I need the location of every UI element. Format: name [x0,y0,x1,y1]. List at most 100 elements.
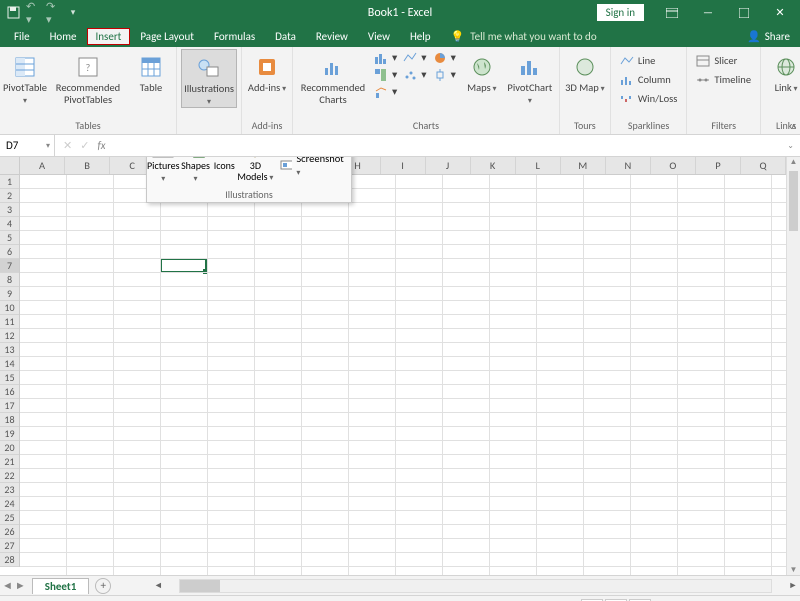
tab-data[interactable]: Data [265,27,306,46]
tab-help[interactable]: Help [400,27,441,46]
enter-formula-icon[interactable]: ✓ [80,139,89,152]
collapse-ribbon-icon[interactable]: ʌ [791,119,796,132]
save-icon[interactable] [6,6,20,20]
row-header[interactable]: 15 [0,371,19,385]
chart-column-button[interactable]: ▾ [371,49,400,66]
row-header[interactable]: 19 [0,427,19,441]
close-button[interactable]: ✕ [764,0,796,25]
fx-icon[interactable]: fx [97,139,105,152]
column-header[interactable]: N [606,157,651,174]
table-button[interactable]: Table [130,49,172,94]
minimize-button[interactable]: — [692,0,724,25]
row-header[interactable]: 5 [0,231,19,245]
3d-map-button[interactable]: 3D Map [564,49,606,94]
cancel-formula-icon[interactable]: ✕ [63,139,72,152]
row-header[interactable]: 8 [0,273,19,287]
sparkline-winloss-button[interactable]: Win/Loss [617,90,681,107]
redo-icon[interactable]: ↷ ▾ [46,6,60,20]
column-header[interactable]: J [426,157,471,174]
icons-button[interactable]: Icons [211,157,237,184]
slicer-button[interactable]: Slicer [693,52,754,69]
column-header[interactable]: A [20,157,65,174]
illustrations-button[interactable]: Illustrations [181,49,237,108]
screenshot-button[interactable]: Screenshot [278,157,347,173]
tab-view[interactable]: View [358,27,400,46]
row-header[interactable]: 23 [0,483,19,497]
row-header[interactable]: 10 [0,301,19,315]
sheet-nav-prev-icon[interactable]: ◄ [2,579,13,592]
row-header[interactable]: 26 [0,525,19,539]
chart-line-button[interactable]: ▾ [400,49,429,66]
row-header[interactable]: 27 [0,539,19,553]
pivot-table-button[interactable]: PivotTable [4,49,46,106]
row-header[interactable]: 12 [0,329,19,343]
row-header[interactable]: 25 [0,511,19,525]
3d-models-button[interactable]: 3D Models [237,157,273,184]
column-header[interactable]: I [381,157,426,174]
tab-formulas[interactable]: Formulas [204,27,265,46]
chart-scatter-button[interactable]: ▾ [400,66,429,83]
chart-statistic-button[interactable]: ▾ [430,66,459,83]
column-header[interactable]: O [651,157,696,174]
row-header[interactable]: 7 [0,259,19,273]
row-header[interactable]: 18 [0,413,19,427]
row-header[interactable]: 11 [0,315,19,329]
worksheet-grid[interactable]: ABCDEFGHIJKLMNOPQ 1234567891011121314151… [0,157,800,575]
row-header[interactable]: 17 [0,399,19,413]
row-header[interactable]: 1 [0,175,19,189]
row-header[interactable]: 13 [0,343,19,357]
addins-button[interactable]: Add-ins [246,49,288,94]
row-header[interactable]: 24 [0,497,19,511]
row-header[interactable]: 28 [0,553,19,567]
row-header[interactable]: 6 [0,245,19,259]
shapes-button[interactable]: Shapes [180,157,212,184]
row-headers[interactable]: 1234567891011121314151617181920212223242… [0,175,20,567]
column-header[interactable]: P [696,157,741,174]
recommended-pivot-button[interactable]: ? Recommended PivotTables [48,49,128,106]
row-header[interactable]: 4 [0,217,19,231]
tab-review[interactable]: Review [306,27,358,46]
new-sheet-button[interactable]: + [95,578,111,594]
row-header[interactable]: 2 [0,189,19,203]
column-header[interactable]: Q [741,157,786,174]
undo-icon[interactable]: ↶ ▾ [26,6,40,20]
sheet-tab[interactable]: Sheet1 [32,578,90,594]
recommended-charts-button[interactable]: Recommended Charts [297,49,369,106]
pivot-chart-button[interactable]: PivotChart [505,49,555,106]
sign-in-button[interactable]: Sign in [597,4,644,21]
row-header[interactable]: 14 [0,357,19,371]
column-header[interactable]: L [516,157,561,174]
select-all-cells[interactable] [0,157,20,175]
tab-insert[interactable]: Insert [87,28,131,45]
column-header[interactable]: B [65,157,110,174]
share-button[interactable]: 👤 Share [747,30,800,43]
horizontal-scrollbar[interactable]: ◄ ► [151,579,800,593]
column-header[interactable]: K [471,157,516,174]
row-header[interactable]: 22 [0,469,19,483]
tab-file[interactable]: File [4,27,40,46]
column-header[interactable]: M [561,157,606,174]
chart-pie-button[interactable]: ▾ [430,49,459,66]
link-button[interactable]: Link [765,49,800,94]
column-headers[interactable]: ABCDEFGHIJKLMNOPQ [20,157,786,175]
sparkline-column-button[interactable]: Column [617,71,681,88]
row-header[interactable]: 16 [0,385,19,399]
row-header[interactable]: 3 [0,203,19,217]
sheet-nav-next-icon[interactable]: ► [15,579,26,592]
row-header[interactable]: 20 [0,441,19,455]
row-header[interactable]: 21 [0,455,19,469]
maps-button[interactable]: Maps [461,49,503,94]
expand-formula-icon[interactable]: ⌄ [787,141,800,151]
active-cell[interactable] [160,258,207,273]
qat-customize-icon[interactable]: ▾ [66,6,80,20]
timeline-button[interactable]: Timeline [693,71,754,88]
chart-combo-button[interactable]: ▾ [371,83,400,100]
row-header[interactable]: 9 [0,287,19,301]
pictures-button[interactable]: Pictures [147,157,180,184]
tab-page-layout[interactable]: Page Layout [130,27,204,46]
chart-hierarchy-button[interactable]: ▾ [371,66,400,83]
name-box[interactable]: D7▾ [0,135,55,156]
tell-me[interactable]: 💡 Tell me what you want to do [451,30,597,43]
tab-home[interactable]: Home [40,27,87,46]
cells-area[interactable] [20,175,786,575]
